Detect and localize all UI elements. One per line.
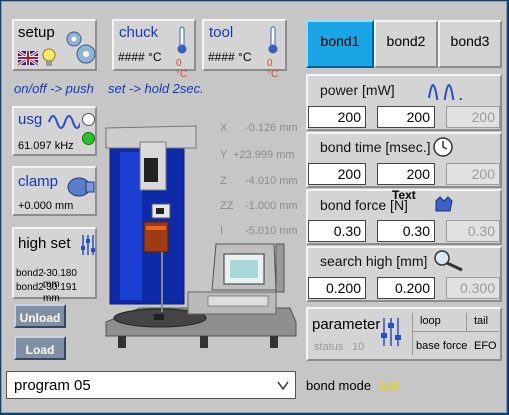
tab-bond1[interactable]: bond1 [306, 20, 374, 68]
bond-time-bond3-input[interactable]: 200 [446, 163, 500, 185]
clock-icon [433, 137, 453, 157]
program-select[interactable]: program 05 [6, 371, 296, 399]
bond2b-label: bond2 [16, 282, 44, 293]
divider [412, 313, 413, 355]
tool-setpoint: 0 °C [267, 58, 279, 80]
bond-force-section: bond force [N] Text 0.30 0.30 0.30 [306, 188, 502, 245]
clamp-button[interactable]: clamp +0.000 mm [12, 166, 97, 216]
power-bond1-input[interactable]: 200 [308, 106, 366, 128]
loop-label: loop [420, 315, 441, 327]
power-section: power [mW] 200 200 200 [306, 74, 502, 131]
divider [413, 331, 499, 332]
tab-bond2[interactable]: bond2 [374, 20, 438, 68]
chevron-down-icon [277, 381, 289, 391]
usg-indicator-on [82, 132, 95, 145]
tool-panel[interactable]: tool #### °C 0 °C [202, 19, 287, 80]
bond-force-superscript: Text [392, 188, 416, 202]
bond-force-bond1-input[interactable]: 0.30 [308, 220, 366, 242]
parameter-button[interactable]: parameter status 10 loop tail base force… [306, 307, 502, 361]
tab-bond1-label: bond1 [320, 33, 360, 49]
chuck-panel[interactable]: chuck #### °C 0 °C [112, 19, 196, 80]
unload-button[interactable]: Unload [14, 304, 66, 328]
high-set-button[interactable]: high set bond2 -30.180 mm bond2 -30.191 … [12, 227, 97, 304]
tab-bond3-label: bond3 [450, 33, 490, 49]
bond-force-bond3-input[interactable]: 0.30 [446, 220, 500, 242]
program-value: program 05 [14, 377, 91, 394]
wave-icon [428, 84, 462, 100]
bond-mode-value: ball [379, 378, 400, 393]
bond-time-bond2-input[interactable]: 200 [377, 163, 435, 185]
bond-time-label: bond time [msec.] [320, 139, 431, 155]
search-high-bond2-input[interactable]: 0.200 [377, 277, 435, 299]
usg-button[interactable]: usg 61.097 kHz [12, 106, 97, 156]
thermometer-icon [268, 26, 278, 54]
usg-label: usg [18, 111, 43, 128]
high-set-label: high set [18, 235, 71, 252]
load-button[interactable]: Load [14, 336, 66, 360]
bond2b-value: -30.191 mm [43, 282, 77, 304]
tool-label: tool [209, 24, 234, 41]
search-high-label: search high [mm] [320, 253, 428, 269]
clamp-icon [67, 177, 95, 197]
search-high-bond3-input[interactable]: 0.300 [446, 277, 500, 299]
usg-indicator-off [82, 113, 95, 126]
chuck-setpoint: 0 °C [176, 58, 188, 80]
main-panel: setup chuck #### °C 0 °C tool #### °C 0 … [1, 1, 507, 413]
uk-flag-icon [18, 51, 38, 65]
power-bond2-input[interactable]: 200 [377, 106, 435, 128]
tail-label: tail [474, 315, 489, 327]
clamp-value: +0.000 mm [18, 200, 74, 212]
magnifier-icon [434, 250, 463, 272]
bonder-machine-illustration [105, 125, 297, 348]
sliders-icon [81, 235, 95, 255]
bond-force-bond2-input[interactable]: 0.30 [377, 220, 435, 242]
search-high-bond1-input[interactable]: 0.200 [308, 277, 366, 299]
chuck-temp-value: #### °C [118, 50, 162, 64]
bond-mode-label: bond mode [306, 378, 372, 393]
onoff-hint: on/off -> push [14, 81, 94, 96]
app-window: setup chuck #### °C 0 °C tool #### °C 0 … [0, 0, 509, 415]
bond2-label: bond2 [16, 268, 44, 279]
tool-temp-value: #### °C [208, 50, 252, 64]
tab-bond2-label: bond2 [386, 33, 426, 49]
lightbulb-icon [42, 48, 56, 66]
usg-frequency: 61.097 kHz [18, 140, 74, 152]
search-high-section: search high [mm] 0.200 0.200 0.300 [306, 246, 502, 302]
chuck-label: chuck [119, 24, 159, 41]
base-force-label: base force [416, 340, 468, 352]
efo-label: EFO [474, 340, 497, 352]
tab-bond3[interactable]: bond3 [438, 20, 502, 68]
bond-time-bond1-input[interactable]: 200 [308, 163, 366, 185]
setup-button[interactable]: setup [12, 19, 97, 71]
divider [466, 313, 467, 331]
sine-wave-icon [48, 115, 80, 129]
power-label: power [mW] [320, 82, 395, 98]
setup-label: setup [18, 24, 55, 41]
gears-icon [66, 31, 96, 64]
status-value: 10 [352, 341, 365, 353]
parameter-label: parameter [312, 316, 381, 333]
sliders-icon [381, 318, 401, 346]
clamp-label: clamp [18, 173, 59, 190]
set-hint: set -> hold 2sec. [108, 81, 204, 96]
power-bond3-input[interactable]: 200 [446, 106, 500, 128]
force-hand-icon [435, 196, 453, 212]
bond-time-section: bond time [msec.] 200 200 200 [306, 132, 502, 188]
thermometer-icon [177, 26, 187, 54]
status-label: status [314, 341, 344, 353]
